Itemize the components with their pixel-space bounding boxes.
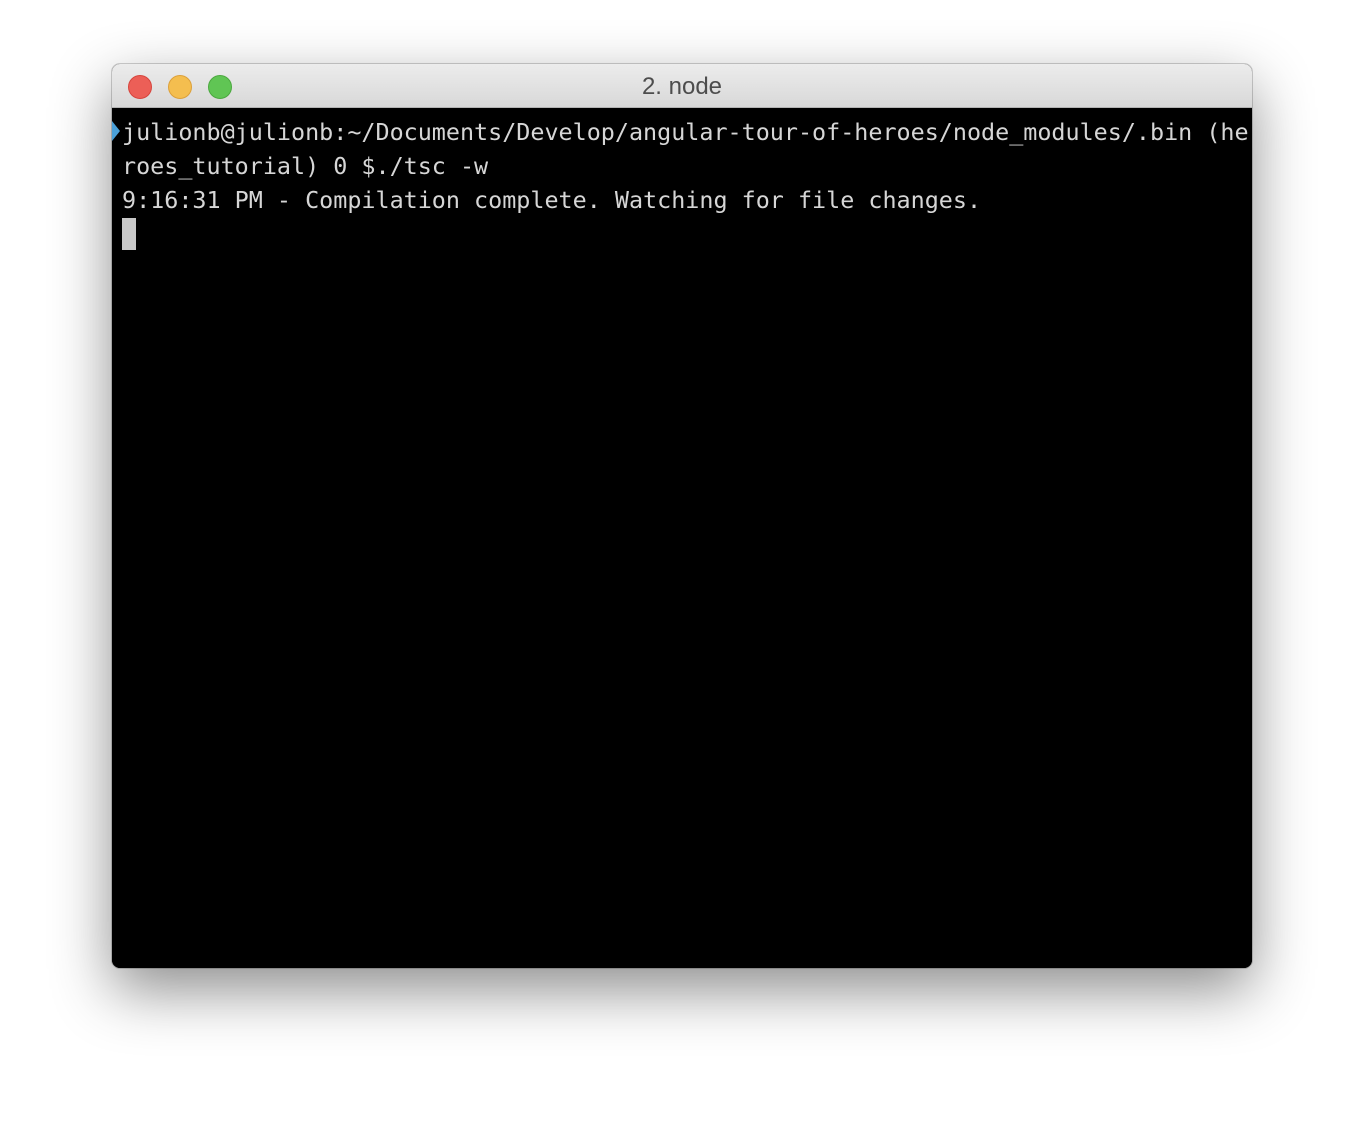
zoom-button[interactable] (208, 75, 232, 99)
title-bar[interactable]: 2. node (112, 64, 1252, 108)
close-button[interactable] (128, 75, 152, 99)
terminal-line: roes_tutorial) 0 $./tsc -w (122, 152, 489, 180)
minimize-button[interactable] (168, 75, 192, 99)
terminal-content[interactable]: julionb@julionb:~/Documents/Develop/angu… (112, 109, 1252, 968)
text-cursor (122, 218, 136, 250)
terminal-window: 2. node julionb@julionb:~/Documents/Deve… (112, 64, 1252, 968)
window-title: 2. node (641, 73, 723, 100)
command-mark-icon (112, 121, 120, 141)
terminal-line: julionb@julionb:~/Documents/Develop/angu… (122, 118, 1249, 146)
terminal-line: 9:16:31 PM - Compilation complete. Watch… (122, 186, 982, 214)
